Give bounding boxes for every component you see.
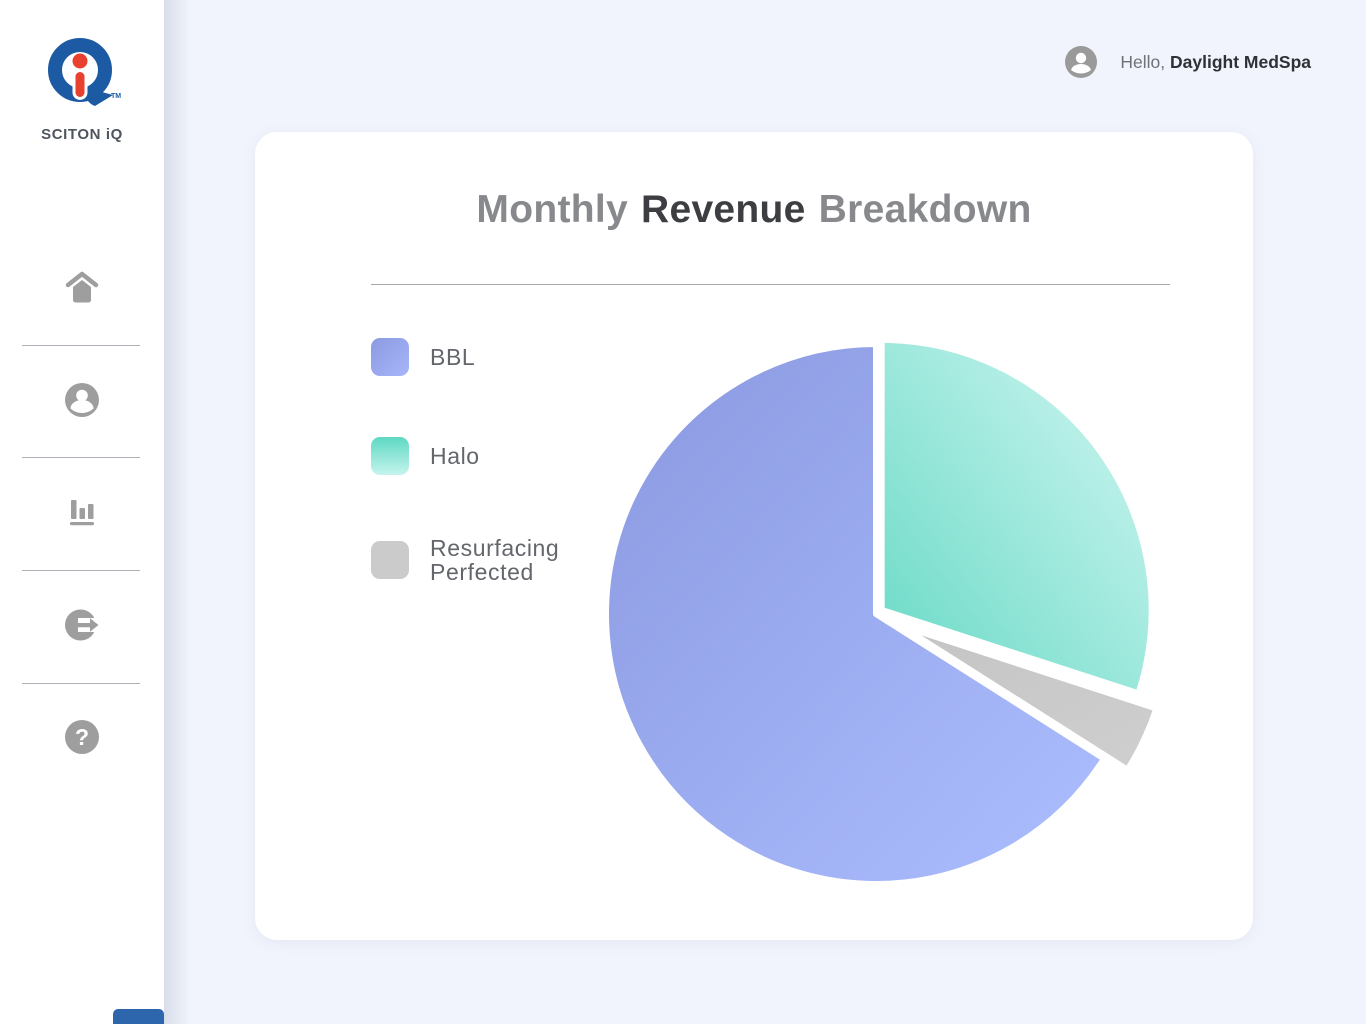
sidebar-divider: [22, 683, 140, 684]
title-word-monthly: Monthly: [476, 188, 628, 232]
partial-bottom-element: [113, 1009, 164, 1024]
legend-label: BBL: [430, 345, 605, 369]
sidebar-item-home[interactable]: [0, 256, 164, 320]
sidebar-divider: [22, 457, 140, 458]
sidebar-item-help[interactable]: ?: [0, 705, 164, 769]
logout-icon: [63, 606, 101, 644]
sidebar-item-analytics[interactable]: [0, 479, 164, 543]
greeting-prefix: Hello,: [1120, 52, 1165, 72]
legend-swatch-bbl: [371, 338, 409, 376]
account-icon: [63, 381, 101, 419]
title-word-revenue: Revenue: [641, 188, 806, 232]
bar-chart-icon: [64, 493, 100, 529]
revenue-pie-chart[interactable]: [585, 318, 1170, 903]
svg-text:?: ?: [75, 724, 89, 750]
revenue-breakdown-card: Monthly Revenue Breakdown BBL Halo Resur…: [255, 132, 1253, 940]
title-divider: [371, 284, 1170, 285]
account-name: Daylight MedSpa: [1170, 52, 1311, 72]
legend-item-resurfacing-perfected: Resurfacing Perfected: [371, 536, 605, 584]
sidebar-divider: [22, 345, 140, 346]
help-icon: ?: [63, 718, 101, 756]
greeting-text: Hello, Daylight MedSpa: [1120, 52, 1311, 73]
legend-swatch-resurfacing-perfected: [371, 541, 409, 579]
header-user-area: Hello, Daylight MedSpa: [1064, 44, 1311, 80]
legend-label: Resurfacing Perfected: [430, 536, 605, 584]
home-icon: [63, 270, 101, 306]
sidebar-nav: ?: [0, 0, 164, 1024]
legend-item-bbl: BBL: [371, 338, 605, 376]
legend-swatch-halo: [371, 437, 409, 475]
page-title: Monthly Revenue Breakdown: [255, 188, 1253, 232]
sidebar-item-logout[interactable]: [0, 593, 164, 657]
sidebar-edge-shadow: [164, 0, 190, 1024]
sidebar-item-account[interactable]: [0, 368, 164, 432]
legend-label: Halo: [430, 444, 605, 468]
title-word-breakdown: Breakdown: [819, 188, 1032, 232]
user-avatar-icon[interactable]: [1064, 45, 1098, 79]
sidebar-divider: [22, 570, 140, 571]
legend-item-halo: Halo: [371, 437, 605, 475]
sidebar: TM SCITON iQ: [0, 0, 164, 1024]
